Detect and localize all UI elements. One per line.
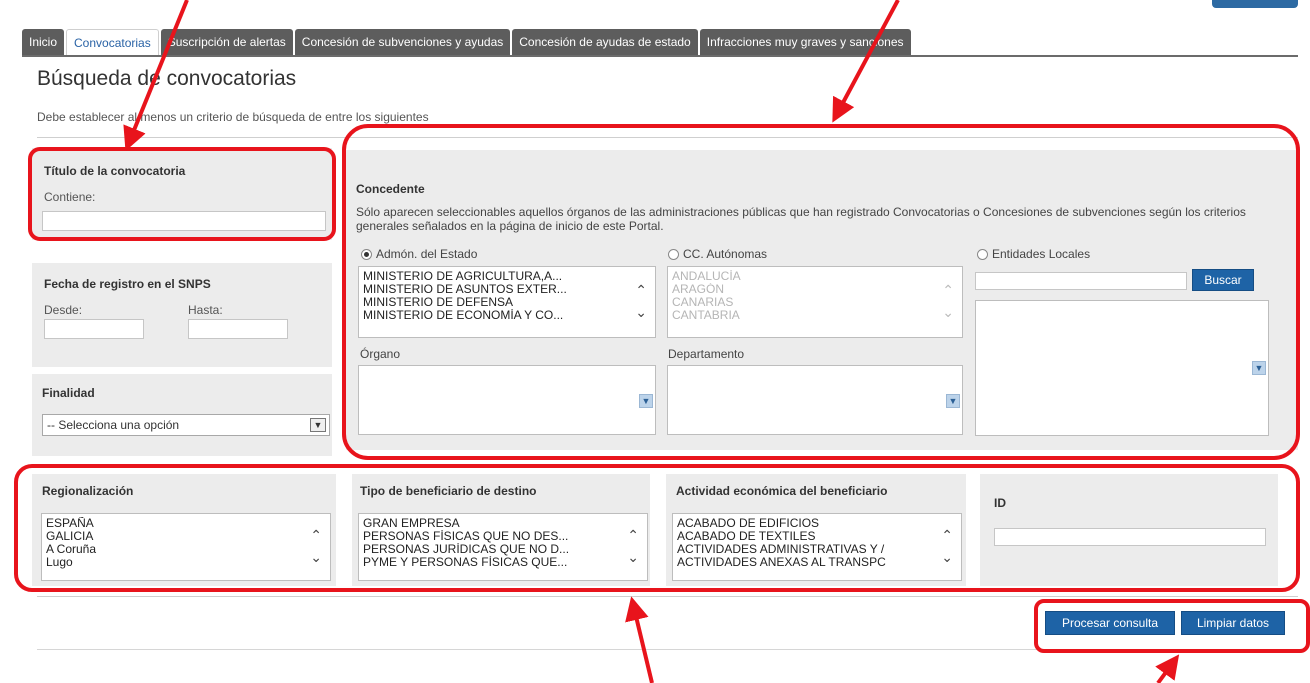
dropdown-arrow-icon[interactable]: ▼ [310, 418, 326, 432]
desde-date-input[interactable] [44, 319, 144, 339]
page-title: Búsqueda de convocatorias [37, 67, 297, 90]
tab-inicio[interactable]: Inicio [22, 29, 65, 55]
fecha-panel: Fecha de registro en el SNPS Desde: Hast… [32, 263, 332, 367]
tab-convocatorias[interactable]: Convocatorias [66, 29, 159, 55]
divider [37, 596, 1298, 597]
annotation-box-titulo [28, 147, 336, 241]
intro-text: Debe establecer al menos un criterio de … [37, 110, 429, 124]
hasta-label: Hasta: [188, 303, 223, 317]
tab-concesion-subvenciones[interactable]: Concesión de subvenciones y ayudas [294, 29, 511, 55]
fecha-heading: Fecha de registro en el SNPS [44, 277, 211, 291]
tab-concesion-ayudas-estado[interactable]: Concesión de ayudas de estado [512, 29, 698, 55]
annotation-box-concedente [342, 124, 1300, 460]
finalidad-heading: Finalidad [42, 386, 95, 400]
finalidad-selected-value: -- Selecciona una opción [47, 418, 180, 432]
annotation-box-actions [1034, 599, 1310, 653]
top-right-button[interactable] [1212, 0, 1298, 8]
tab-suscripcion-alertas[interactable]: Suscripción de alertas [160, 29, 293, 55]
annotation-box-filters [14, 464, 1300, 592]
finalidad-select[interactable]: -- Selecciona una opción ▼ [42, 414, 330, 436]
tab-infracciones[interactable]: Infracciones muy graves y sanciones [699, 29, 911, 55]
main-tabs: Inicio Convocatorias Suscripción de aler… [22, 29, 911, 55]
tab-divider [22, 55, 1298, 57]
desde-label: Desde: [44, 303, 83, 317]
hasta-date-input[interactable] [188, 319, 288, 339]
